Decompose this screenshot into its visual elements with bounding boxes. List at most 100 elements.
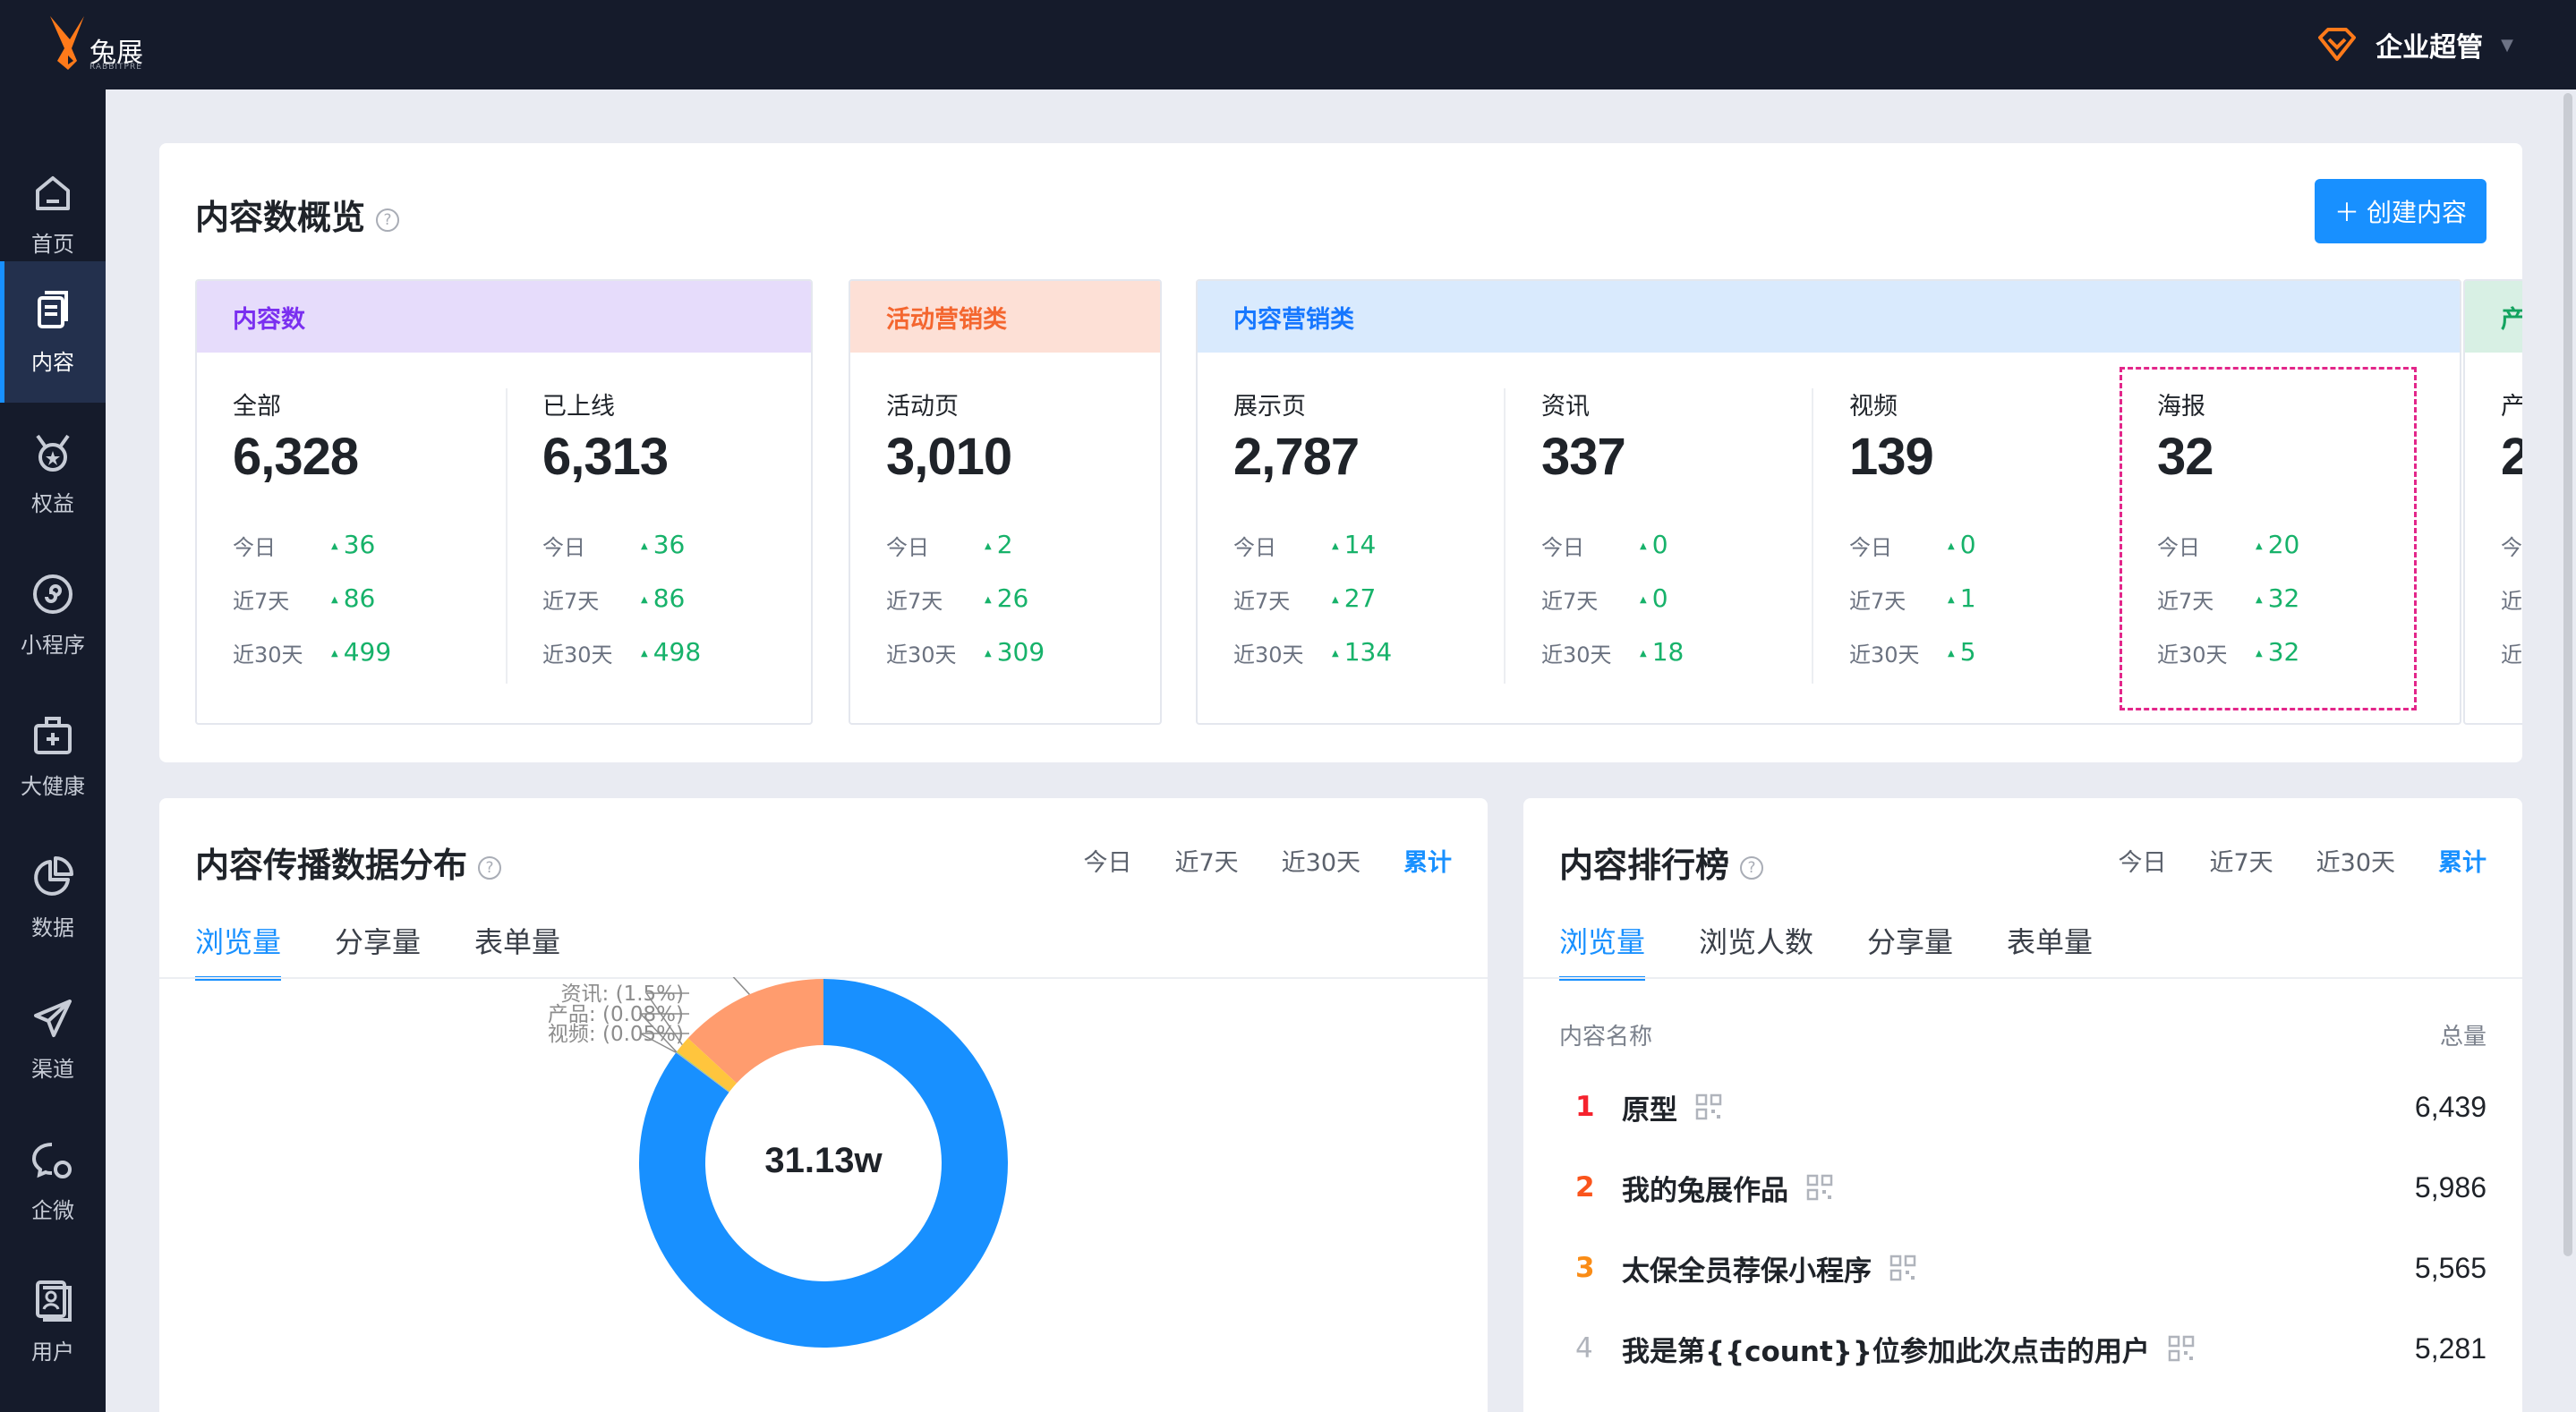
metric-label: 展示页 <box>1233 393 1306 421</box>
sidebar-item-health[interactable]: 大健康 <box>0 685 106 827</box>
rank-index: 1 <box>1575 1091 1595 1123</box>
tab-visitors[interactable]: 浏览人数 <box>1699 920 1813 961</box>
metric-online: 已上线 6,313 今日36 近7天86 近30天498 <box>542 387 701 668</box>
top-bar: 兔展 RABBITPRE 企业超管 ▼ <box>0 0 2576 89</box>
sidebar-item-miniprogram[interactable]: 小程序 <box>0 544 106 685</box>
range-7d[interactable]: 近7天 <box>2209 843 2273 878</box>
distribution-tabs: 浏览量 分享量 表单量 <box>195 920 560 981</box>
content-name[interactable]: 太保全员荐保小程序 <box>1622 1248 1872 1289</box>
metric-value: 6,313 <box>542 428 669 486</box>
stat-7d: 近7天26 <box>886 583 1028 615</box>
tab-views[interactable]: 浏览量 <box>1559 920 1646 981</box>
stat-7d: 近7天32 <box>2157 583 2299 615</box>
health-icon <box>34 716 72 754</box>
page-scrollbar[interactable] <box>2563 93 2572 1256</box>
range-30d[interactable]: 近30天 <box>1282 843 1361 878</box>
metric-poster: 海报 32 今日20 近7天32 近30天32 <box>2157 387 2299 668</box>
stat-today: 今 <box>2501 535 2522 560</box>
rank-index: 2 <box>1575 1171 1595 1204</box>
range-7d[interactable]: 近7天 <box>1174 843 1238 878</box>
sidebar-item-data[interactable]: 数据 <box>0 827 106 968</box>
metric-label: 已上线 <box>542 393 615 421</box>
stat-7d: 近 <box>2501 589 2522 614</box>
stat-30d: 近30天499 <box>233 637 391 668</box>
sidebar-item-content[interactable]: 内容 <box>0 261 106 403</box>
donut-chart: 展示页: (13.14%)资讯: (1.5%)产品: (0.08%)视频: (0… <box>548 977 1008 1348</box>
content-icon <box>38 290 68 328</box>
metric-showcase: 展示页 2,787 今日14 近7天27 近30天134 <box>1233 387 1392 668</box>
qrcode-icon[interactable] <box>2168 1335 2195 1362</box>
metric-label: 全部 <box>233 393 281 421</box>
metric-activity-page: 活动页 3,010 今日2 近7天26 近30天309 <box>886 387 1045 668</box>
stat-7d: 近7天1 <box>1849 583 1976 615</box>
stat-30d: 近30天309 <box>886 637 1045 668</box>
range-total[interactable]: 累计 <box>1403 843 1452 878</box>
range-30d[interactable]: 近30天 <box>2316 843 2395 878</box>
sidebar-label: 用户 <box>31 1339 74 1365</box>
help-icon[interactable]: ? <box>478 855 502 880</box>
tab-views[interactable]: 浏览量 <box>195 920 282 981</box>
metric-label: 产 <box>2501 387 2522 421</box>
rank-index: 3 <box>1575 1252 1595 1284</box>
admin-menu[interactable]: 企业超管 ▼ <box>2316 20 2513 70</box>
metric-label: 资讯 <box>1541 393 1590 421</box>
group-title: 产 <box>2465 281 2522 353</box>
stat-30d: 近30天18 <box>1541 637 1684 668</box>
tab-shares[interactable]: 分享量 <box>1867 920 1953 961</box>
divider <box>1504 388 1506 684</box>
sidebar-item-user[interactable]: 用户 <box>0 1251 106 1392</box>
stat-30d: 近30天134 <box>1233 637 1392 668</box>
stat-7d: 近7天86 <box>542 583 685 615</box>
send-icon <box>34 999 72 1037</box>
create-content-button[interactable]: ＋创建内容 <box>2315 179 2486 243</box>
ranking-tabs: 浏览量 浏览人数 分享量 表单量 <box>1559 920 2093 981</box>
divider <box>506 388 508 684</box>
help-icon[interactable]: ? <box>1740 855 1764 880</box>
qrcode-icon[interactable] <box>1889 1255 1916 1281</box>
table-row[interactable]: 1 原型 6,439 <box>1559 1085 2486 1129</box>
table-row[interactable]: 3 太保全员荐保小程序 5,565 <box>1559 1246 2486 1290</box>
overview-title: 内容数概览? <box>195 190 400 239</box>
plus-icon: ＋ <box>2333 198 2359 227</box>
group-title: 活动营销类 <box>850 281 1160 353</box>
sidebar-item-channel[interactable]: 渠道 <box>0 968 106 1110</box>
ranking-card: 内容排行榜? 今日 近7天 近30天 累计 浏览量 浏览人数 分享量 表单量 内… <box>1523 798 2522 1412</box>
tab-forms[interactable]: 表单量 <box>2007 920 2093 961</box>
group-content-marketing: 内容营销类 展示页 2,787 今日14 近7天27 近30天134 资讯 33… <box>1196 279 2461 725</box>
content-name[interactable]: 我是第{{count}}位参加此次点击的用户 <box>1622 1329 2150 1369</box>
metric-news: 资讯 337 今日0 近7天0 近30天18 <box>1541 387 1684 668</box>
table-row[interactable]: 2 我的兔展作品 5,986 <box>1559 1165 2486 1210</box>
user-icon <box>36 1280 72 1322</box>
content-name[interactable]: 原型 <box>1622 1087 1677 1127</box>
metric-video: 视频 139 今日0 近7天1 近30天5 <box>1849 387 1976 668</box>
metric-value: 2 <box>2501 427 2522 487</box>
tab-shares[interactable]: 分享量 <box>335 920 421 961</box>
stat-30d: 近 <box>2501 642 2522 668</box>
content-name[interactable]: 我的兔展作品 <box>1622 1168 1788 1208</box>
sidebar-item-benefits[interactable]: 权益 <box>0 403 106 544</box>
qrcode-icon[interactable] <box>1695 1093 1722 1120</box>
caret-down-icon: ▼ <box>2501 35 2513 55</box>
range-today[interactable]: 今日 <box>2118 843 2166 878</box>
stat-today: 今日0 <box>1541 530 1668 561</box>
stat-7d: 近7天27 <box>1233 583 1376 615</box>
help-icon[interactable]: ? <box>376 208 400 232</box>
qrcode-icon[interactable] <box>1806 1174 1833 1201</box>
tab-forms[interactable]: 表单量 <box>474 920 560 961</box>
pie-icon <box>34 855 73 896</box>
range-today[interactable]: 今日 <box>1083 843 1131 878</box>
metric-value: 32 <box>2157 428 2214 486</box>
donut-center-label: 31.13w <box>764 1141 883 1180</box>
sidebar-item-wecom[interactable]: 企微 <box>0 1110 106 1251</box>
stat-today: 今日36 <box>542 530 685 561</box>
table-row[interactable]: 4 我是第{{count}}位参加此次点击的用户 5,281 <box>1559 1326 2486 1371</box>
stat-30d: 近30天498 <box>542 637 701 668</box>
stat-today: 今日0 <box>1849 530 1976 561</box>
stat-30d: 近30天32 <box>2157 637 2299 668</box>
range-total[interactable]: 累计 <box>2438 843 2486 878</box>
range-selector: 今日 近7天 近30天 累计 <box>1083 843 1452 878</box>
stat-today: 今日2 <box>886 530 1013 561</box>
tabs-divider <box>1523 977 2522 979</box>
content-total: 5,281 <box>2414 1331 2486 1365</box>
sidebar-label: 大健康 <box>21 773 85 799</box>
